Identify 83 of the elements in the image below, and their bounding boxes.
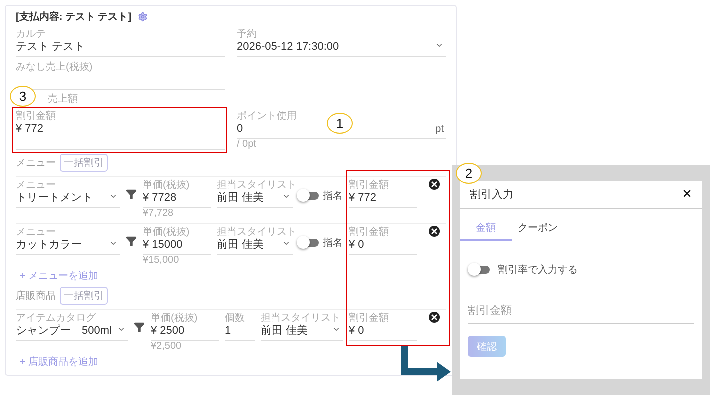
points-hint: / 0pt	[237, 139, 258, 150]
field-label: 割引金額	[16, 111, 57, 123]
field-label: 単価(税抜)	[151, 313, 199, 325]
field-value: 1	[225, 325, 232, 338]
caret-icon	[332, 325, 341, 334]
caret-icon	[109, 192, 118, 201]
field-value: 前田 佳美	[217, 192, 264, 205]
field-label: 担当スタイリスト	[217, 227, 293, 238]
select-field[interactable]: メニュー トリートメント	[16, 179, 120, 208]
close-icon[interactable]	[429, 179, 440, 190]
field-label: 割引金額	[349, 180, 390, 192]
select-field[interactable]: 予約 2026-05-12 17:30:00	[237, 28, 446, 57]
field-value: ¥ 15000	[143, 239, 183, 252]
field-value: 0	[237, 123, 244, 136]
field-value: 2026-05-12 17:30:00	[237, 41, 340, 54]
section-title: メニュー	[16, 157, 56, 170]
field-label: 予約	[237, 29, 258, 41]
field-value: トリートメント	[16, 192, 93, 205]
field-label: 割引金額	[349, 313, 390, 325]
field-label: 個数	[225, 313, 246, 325]
select-field[interactable]: メニュー カットカラー	[16, 226, 120, 255]
tab[interactable]: クーポン	[512, 217, 564, 241]
price-hint: ¥2,500	[151, 341, 183, 352]
field-value: カットカラー	[16, 239, 82, 252]
field-label: カルテ	[16, 29, 47, 41]
toggle-label: 指名	[323, 190, 343, 203]
field-value: ¥ 2500	[151, 325, 185, 338]
filter-icon[interactable]	[126, 189, 137, 200]
caret-icon	[109, 239, 118, 248]
text-field[interactable]: カルテ テスト テスト	[16, 28, 225, 57]
text-field[interactable]: 割引金額 ¥ 0	[349, 226, 417, 255]
field-label: 単価(税抜)	[143, 180, 191, 192]
field-label: ポイント使用	[237, 111, 298, 123]
text-field[interactable]: 割引金額 ¥ 772	[349, 179, 417, 208]
field-label: 担当スタイリスト	[217, 180, 293, 192]
select-field[interactable]: アイテムカタログ シャンプー 500ml	[16, 312, 128, 341]
panel-title: [支払内容: テスト テスト]	[16, 10, 132, 24]
text-field[interactable]: 割引金額 ¥ 0	[349, 312, 417, 341]
filter-icon[interactable]	[126, 236, 137, 247]
dialog-title: 割引入力	[470, 188, 514, 202]
select-field[interactable]: 担当スタイリスト 前田 佳美	[217, 179, 293, 208]
toggle-label: 割引率で入力する	[498, 264, 578, 277]
field-value: ¥ 0	[349, 239, 364, 252]
field-label: メニュー	[16, 180, 57, 192]
select-field[interactable]: 担当スタイリスト 前田 佳美	[261, 312, 343, 341]
close-icon[interactable]	[429, 226, 440, 237]
caret-icon	[282, 239, 291, 248]
section-label: 売上額	[48, 94, 78, 106]
filter-icon[interactable]	[134, 322, 145, 333]
caret-icon	[117, 325, 126, 334]
field-label: メニュー	[16, 227, 57, 239]
settings-icon[interactable]	[138, 12, 148, 22]
field-label: みなし売上(税抜)	[16, 62, 94, 74]
close-icon[interactable]	[429, 312, 440, 323]
unit-label: pt	[436, 124, 444, 135]
field-label: アイテムカタログ	[16, 313, 97, 324]
price-hint: ¥7,728	[143, 208, 175, 219]
field-value: ¥ 7728	[143, 192, 177, 205]
field-label: 担当スタイリスト	[261, 313, 342, 324]
text-field[interactable]: 単価(税抜) ¥ 7728	[143, 179, 211, 208]
close-button[interactable]: ×	[682, 186, 692, 202]
text-field[interactable]: 単価(税抜) ¥ 15000	[143, 226, 211, 255]
field-value: 前田 佳美	[217, 239, 264, 252]
field-value: ¥ 0	[349, 325, 364, 338]
field-value: 前田 佳美	[261, 325, 308, 338]
select-field[interactable]: 担当スタイリスト 前田 佳美	[217, 226, 293, 255]
toggle-label: 指名	[323, 236, 343, 250]
text-field[interactable]: 単価(税抜) ¥ 2500	[151, 312, 219, 341]
text-field[interactable]: 個数 1	[225, 312, 255, 341]
field-value: ¥ 772	[349, 192, 377, 205]
section-title: 店販商品	[16, 290, 56, 303]
caret-icon	[282, 192, 291, 201]
text-field[interactable]: 割引金額 ¥ 772	[16, 110, 225, 150]
toggle-switch[interactable]	[299, 192, 319, 200]
field-value: ¥ 772	[16, 123, 44, 136]
field-value: シャンプー 500ml	[16, 325, 112, 338]
field-label: 単価(税抜)	[143, 227, 191, 239]
toggle-switch[interactable]	[299, 239, 319, 247]
caret-icon	[435, 41, 444, 50]
toggle-switch[interactable]	[470, 266, 490, 274]
price-hint: ¥15,000	[143, 255, 180, 266]
field-label: 割引金額	[349, 227, 390, 239]
field-value: テスト テスト	[16, 41, 86, 54]
